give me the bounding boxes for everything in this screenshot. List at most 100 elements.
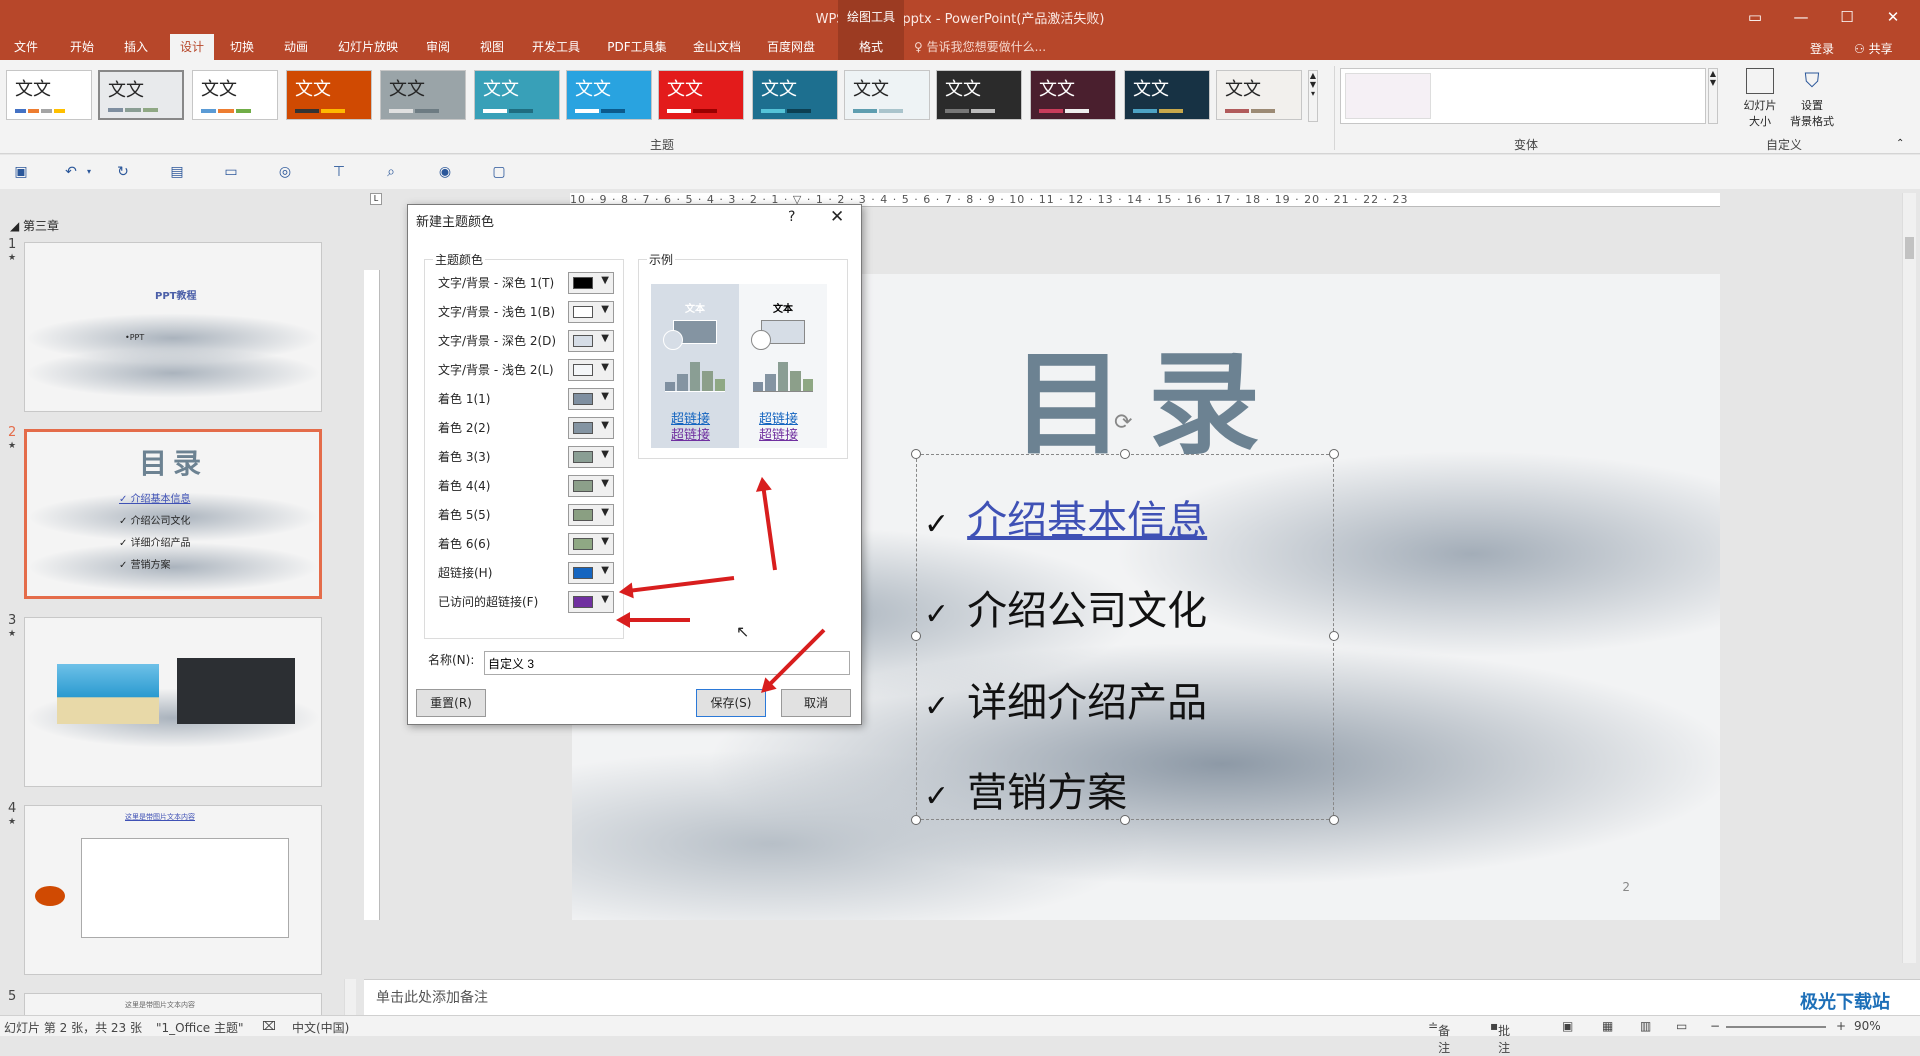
maximize-button[interactable]: ☐ (1824, 0, 1870, 34)
slide-thumbnail-3[interactable] (24, 617, 322, 787)
variants-scroll[interactable]: ▲ ▼ (1708, 68, 1718, 124)
language[interactable]: 中文(中国) (292, 1019, 349, 1036)
bullet-item[interactable]: ✓ 详细介绍产品 (924, 670, 1207, 728)
minimize-button[interactable]: — (1778, 0, 1824, 34)
close-button[interactable]: ✕ (1870, 0, 1916, 34)
theme-thumbnail[interactable]: 文文 (380, 70, 466, 120)
tab-review[interactable]: 审阅 (420, 34, 456, 60)
theme-thumbnail[interactable]: 文文 (6, 70, 92, 120)
redo-icon[interactable]: ↻ (114, 163, 132, 181)
color-picker-button[interactable]: ▼ (568, 475, 614, 497)
editor-scrollbar[interactable] (1902, 193, 1916, 963)
bullet-hyperlink[interactable]: 介绍基本信息 (967, 498, 1207, 544)
tab-insert[interactable]: 插入 (118, 34, 154, 60)
color-picker-button[interactable]: ▼ (568, 504, 614, 526)
color-picker-button[interactable]: ▼ (568, 388, 614, 410)
resize-handle[interactable] (1329, 815, 1339, 825)
slide-thumbnail-2[interactable]: 目录 ✓ 介绍基本信息 ✓ 介绍公司文化 ✓ 详细介绍产品 ✓ 营销方案 (24, 429, 322, 599)
variant-thumbnail[interactable] (1345, 73, 1431, 119)
color-picker-button[interactable]: ▼ (568, 301, 614, 323)
slide-size-button[interactable]: 幻灯片 大小 (1740, 68, 1780, 132)
slide-title[interactable]: 目录 (1012, 314, 1284, 476)
theme-thumbnail[interactable]: 文文 (98, 70, 184, 120)
theme-thumbnail[interactable]: 文文 (752, 70, 838, 120)
tab-transitions[interactable]: 切换 (224, 34, 260, 60)
dialog-close-button[interactable]: ✕ (830, 207, 844, 227)
theme-gallery-scroll[interactable]: ▲ ▼ ▾ (1308, 70, 1318, 122)
theme-thumbnail[interactable]: 文文 (1216, 70, 1302, 120)
normal-view-icon[interactable]: ▣ (1562, 1019, 1573, 1033)
textbox-icon[interactable]: ▭ (222, 163, 240, 181)
variants-gallery[interactable] (1340, 68, 1706, 124)
resize-handle[interactable] (1329, 631, 1339, 641)
resize-handle[interactable] (911, 449, 921, 459)
tab-file[interactable]: 文件 (8, 34, 44, 60)
resize-handle[interactable] (1120, 449, 1130, 459)
color-picker-button[interactable]: ▼ (568, 417, 614, 439)
present-icon[interactable]: ◉ (436, 163, 454, 181)
slide-thumbnail-5[interactable]: 这里是带图片文本内容 (24, 993, 322, 1015)
color-picker-button[interactable]: ▼ (568, 359, 614, 381)
tab-design[interactable]: 设计 (170, 34, 214, 60)
customize-qat-icon[interactable]: ▢ (490, 163, 508, 181)
tab-view[interactable]: 视图 (474, 34, 510, 60)
zoom-slider[interactable] (1726, 1026, 1826, 1028)
share-button[interactable]: ⚇ 共享 (1854, 40, 1893, 57)
color-picker-button[interactable]: ▼ (568, 446, 614, 468)
theme-thumbnail[interactable]: 文文 (192, 70, 278, 120)
theme-thumbnail[interactable]: 文文 (936, 70, 1022, 120)
notes-toggle[interactable]: ≐ 备注 (1428, 1019, 1450, 1055)
slide-thumbnail-4[interactable]: 这里是带图片文本内容 (24, 805, 322, 975)
color-picker-button[interactable]: ▼ (568, 533, 614, 555)
bullet-item[interactable]: ✓ 营销方案 (924, 760, 1127, 818)
new-slide-icon[interactable]: ▤ (168, 163, 186, 181)
ribbon-display-icon[interactable]: ▭ (1732, 0, 1778, 34)
slide-thumbnail-1[interactable]: PPT教程 •PPT (24, 242, 322, 412)
tab-format[interactable]: 格式 (838, 34, 904, 60)
tab-kdocs[interactable]: 金山文档 (688, 34, 746, 60)
bullet-item[interactable]: ✓ 介绍基本信息 (924, 488, 1207, 546)
save-button[interactable]: 保存(S) (696, 689, 766, 717)
tab-animations[interactable]: 动画 (278, 34, 314, 60)
shapes-icon[interactable]: ◎ (276, 163, 294, 181)
resize-handle[interactable] (911, 631, 921, 641)
reset-button[interactable]: 重置(R) (416, 689, 486, 717)
bullet-item[interactable]: ✓ 介绍公司文化 (924, 578, 1207, 636)
theme-thumbnail[interactable]: 文文 (286, 70, 372, 120)
tab-slideshow[interactable]: 幻灯片放映 (332, 34, 404, 60)
zoom-in-icon[interactable]: + (1836, 1019, 1846, 1033)
theme-thumbnail[interactable]: 文文 (474, 70, 560, 120)
notes-pane[interactable]: 单击此处添加备注 (364, 979, 1920, 1015)
section-header[interactable]: ◢ 第三章 (10, 217, 59, 234)
align-icon[interactable]: ⊤ (330, 163, 348, 181)
color-picker-button[interactable]: ▼ (568, 591, 614, 613)
format-background-button[interactable]: ⛉ 设置 背景格式 (1784, 68, 1840, 132)
undo-dropdown-icon[interactable]: ▾ (80, 163, 98, 181)
theme-thumbnail[interactable]: 文文 (658, 70, 744, 120)
theme-thumbnail[interactable]: 文文 (1030, 70, 1116, 120)
cancel-button[interactable]: 取消 (781, 689, 851, 717)
collapse-ribbon-icon[interactable]: ⌃ (1896, 138, 1904, 149)
color-picker-button[interactable]: ▼ (568, 272, 614, 294)
reading-view-icon[interactable]: ▥ (1640, 1019, 1651, 1033)
login-link[interactable]: 登录 (1810, 40, 1834, 57)
resize-handle[interactable] (911, 815, 921, 825)
color-picker-button[interactable]: ▼ (568, 330, 614, 352)
sorter-view-icon[interactable]: ▦ (1602, 1019, 1613, 1033)
tab-baidu-disk[interactable]: 百度网盘 (762, 34, 820, 60)
tab-home[interactable]: 开始 (64, 34, 100, 60)
color-picker-button[interactable]: ▼ (568, 562, 614, 584)
resize-handle[interactable] (1329, 449, 1339, 459)
tell-me-search[interactable]: ♀ 告诉我您想要做什么... (914, 34, 1046, 60)
editor-scroll-thumb[interactable] (1905, 237, 1914, 259)
theme-thumbnail[interactable]: 文文 (566, 70, 652, 120)
zoom-out-icon[interactable]: − (1710, 1019, 1720, 1033)
theme-thumbnail[interactable]: 文文 (1124, 70, 1210, 120)
rotate-handle-icon[interactable]: ⟳ (1114, 410, 1132, 435)
undo-icon[interactable]: ↶ (62, 163, 80, 181)
zoom-level[interactable]: 90% (1854, 1019, 1881, 1033)
tab-developer[interactable]: 开发工具 (526, 34, 586, 60)
help-button[interactable]: ? (788, 209, 795, 225)
spellcheck-icon[interactable]: ⌧ (262, 1019, 276, 1033)
theme-thumbnail[interactable]: 文文 (844, 70, 930, 120)
